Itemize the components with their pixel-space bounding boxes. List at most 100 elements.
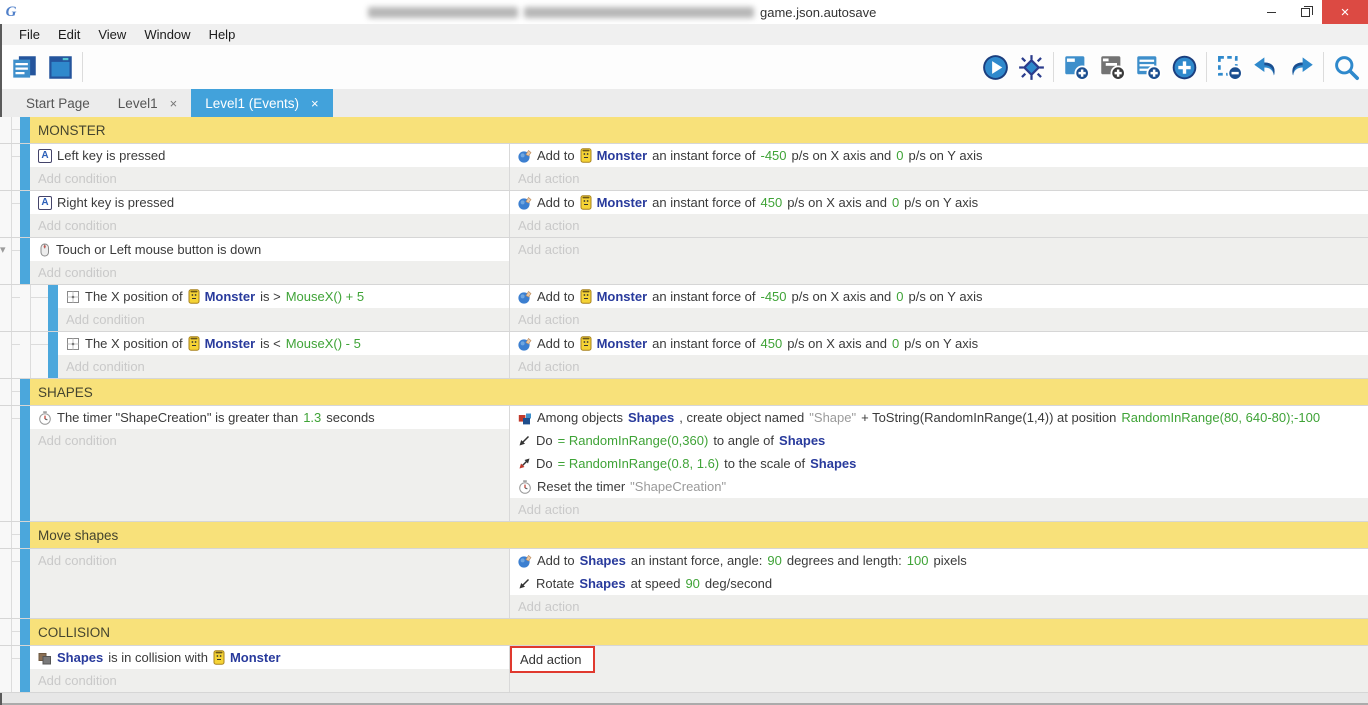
tab-level1-events[interactable]: Level1 (Events) × [191,89,332,117]
condition-line-text: MouseX() + 5 [286,289,364,304]
action-line-text: at speed [631,576,681,591]
add-condition-button[interactable]: Add condition [58,308,509,331]
maximize-button[interactable] [1288,0,1322,24]
event-group-header[interactable]: MONSTER [30,117,1368,143]
keyboard-key-icon [38,196,52,210]
add-other-event-button[interactable] [1166,49,1202,85]
action-line[interactable]: Add to Shapes an instant force, angle: 9… [510,549,1368,572]
event-tree-gutter [0,646,20,692]
action-line-text: -450 [761,289,787,304]
action-line-text: p/s on Y axis [904,336,978,351]
action-line[interactable]: Rotate Shapes at speed 90deg/second [510,572,1368,595]
add-action-button[interactable]: Add action [510,498,1368,521]
condition-line[interactable]: The X position of Monster is > MouseX() … [58,285,509,308]
event-tree-gutter [0,332,20,378]
add-condition-button[interactable]: Add condition [30,669,509,692]
condition-line[interactable]: The timer "ShapeCreation" is greater tha… [30,406,509,429]
action-line-text: Shapes [779,433,825,448]
add-action-button[interactable]: Add action [510,167,1368,190]
add-condition-button[interactable]: Add condition [30,214,509,237]
force-icon [518,290,532,304]
actions-cell: Add action [510,238,1368,284]
event-group-header[interactable]: Move shapes [30,522,1368,548]
debug-button[interactable] [1013,49,1049,85]
event-group-header[interactable]: SHAPES [30,379,1368,405]
menu-edit[interactable]: Edit [49,27,89,42]
event-group-header[interactable]: COLLISION [30,619,1368,645]
add-condition-button[interactable]: Add condition [30,549,509,572]
redo-button[interactable] [1283,49,1319,85]
force-icon [518,196,532,210]
add-event-button[interactable] [1058,49,1094,85]
minimize-button[interactable] [1254,0,1288,24]
action-line-text: 450 [761,195,783,210]
condition-line-text: is > [260,289,281,304]
action-line[interactable]: Add to Monster an instant force of -450 … [510,285,1368,308]
action-line-text: "ShapeCreation" [630,479,726,494]
action-line[interactable]: Among objects Shapes, create object name… [510,406,1368,429]
condition-line[interactable]: Shapes is in collision with Monster [30,646,509,669]
event-row: Add conditionAdd to Shapes an instant fo… [0,549,1368,619]
action-line-text: to angle of [713,433,774,448]
action-line-text: 0 [896,289,903,304]
angle-arrow-icon [518,577,531,590]
action-line-text: -450 [761,148,787,163]
condition-line-text: Monster [230,650,281,665]
scene-editor-button[interactable] [42,49,78,85]
add-condition-button[interactable]: Add condition [30,167,509,190]
action-line[interactable]: Do = RandomInRange(0.8, 1.6) to the scal… [510,452,1368,475]
event-marker-bar [48,285,58,331]
add-subevent-button[interactable] [1094,49,1130,85]
add-condition-button[interactable]: Add condition [30,261,509,284]
add-condition-button[interactable]: Add condition [30,429,509,452]
event-marker-bar [20,522,30,548]
undo-button[interactable] [1247,49,1283,85]
action-line[interactable]: Add to Monster an instant force of 450 p… [510,332,1368,355]
tab-start-page[interactable]: Start Page [12,89,104,117]
event-marker-bar [20,549,30,618]
mouse-icon [38,243,51,257]
preview-button[interactable] [977,49,1013,85]
menu-help[interactable]: Help [200,27,245,42]
toolbar [0,45,1368,89]
action-line-text: degrees and length: [787,553,902,568]
event-marker-bar [48,332,58,378]
create-icon [518,411,532,425]
add-action-button[interactable]: Add action [510,595,1368,618]
close-tab-icon[interactable]: × [311,96,319,111]
action-line[interactable]: Add to Monster an instant force of 450 p… [510,191,1368,214]
action-line[interactable]: Add to Monster an instant force of -450 … [510,144,1368,167]
action-line-text: Monster [597,289,648,304]
add-action-button[interactable]: Add action [510,646,595,673]
add-action-button[interactable]: Add action [510,214,1368,237]
add-comment-button[interactable] [1130,49,1166,85]
project-manager-button[interactable] [6,49,42,85]
close-button[interactable]: × [1322,0,1368,24]
condition-line[interactable]: Right key is pressed [30,191,509,214]
add-action-button[interactable]: Add action [510,238,1368,261]
condition-line[interactable]: Left key is pressed [30,144,509,167]
action-line-text: = RandomInRange(0,360) [558,433,709,448]
monster-icon [188,289,200,304]
add-action-button[interactable]: Add action [510,308,1368,331]
event-marker-bar [20,646,30,692]
action-line-text: = RandomInRange(0.8, 1.6) [558,456,720,471]
condition-line[interactable]: The X position of Monster is < MouseX() … [58,332,509,355]
add-comment-icon [1135,54,1162,81]
search-button[interactable] [1328,49,1364,85]
monster-icon [213,650,225,665]
add-condition-button[interactable]: Add condition [58,355,509,378]
monster-icon [580,195,592,210]
close-tab-icon[interactable]: × [170,96,178,111]
scale-icon [518,457,531,470]
action-line[interactable]: Reset the timer "ShapeCreation" [510,475,1368,498]
tab-level1[interactable]: Level1 × [104,89,191,117]
condition-line[interactable]: Touch or Left mouse button is down [30,238,509,261]
menu-window[interactable]: Window [135,27,199,42]
menu-view[interactable]: View [89,27,135,42]
collapse-event-icon[interactable]: ▾ [0,243,6,256]
menu-file[interactable]: File [10,27,49,42]
add-action-button[interactable]: Add action [510,355,1368,378]
action-line[interactable]: Do = RandomInRange(0,360) to angle of Sh… [510,429,1368,452]
remove-selection-button[interactable] [1211,49,1247,85]
